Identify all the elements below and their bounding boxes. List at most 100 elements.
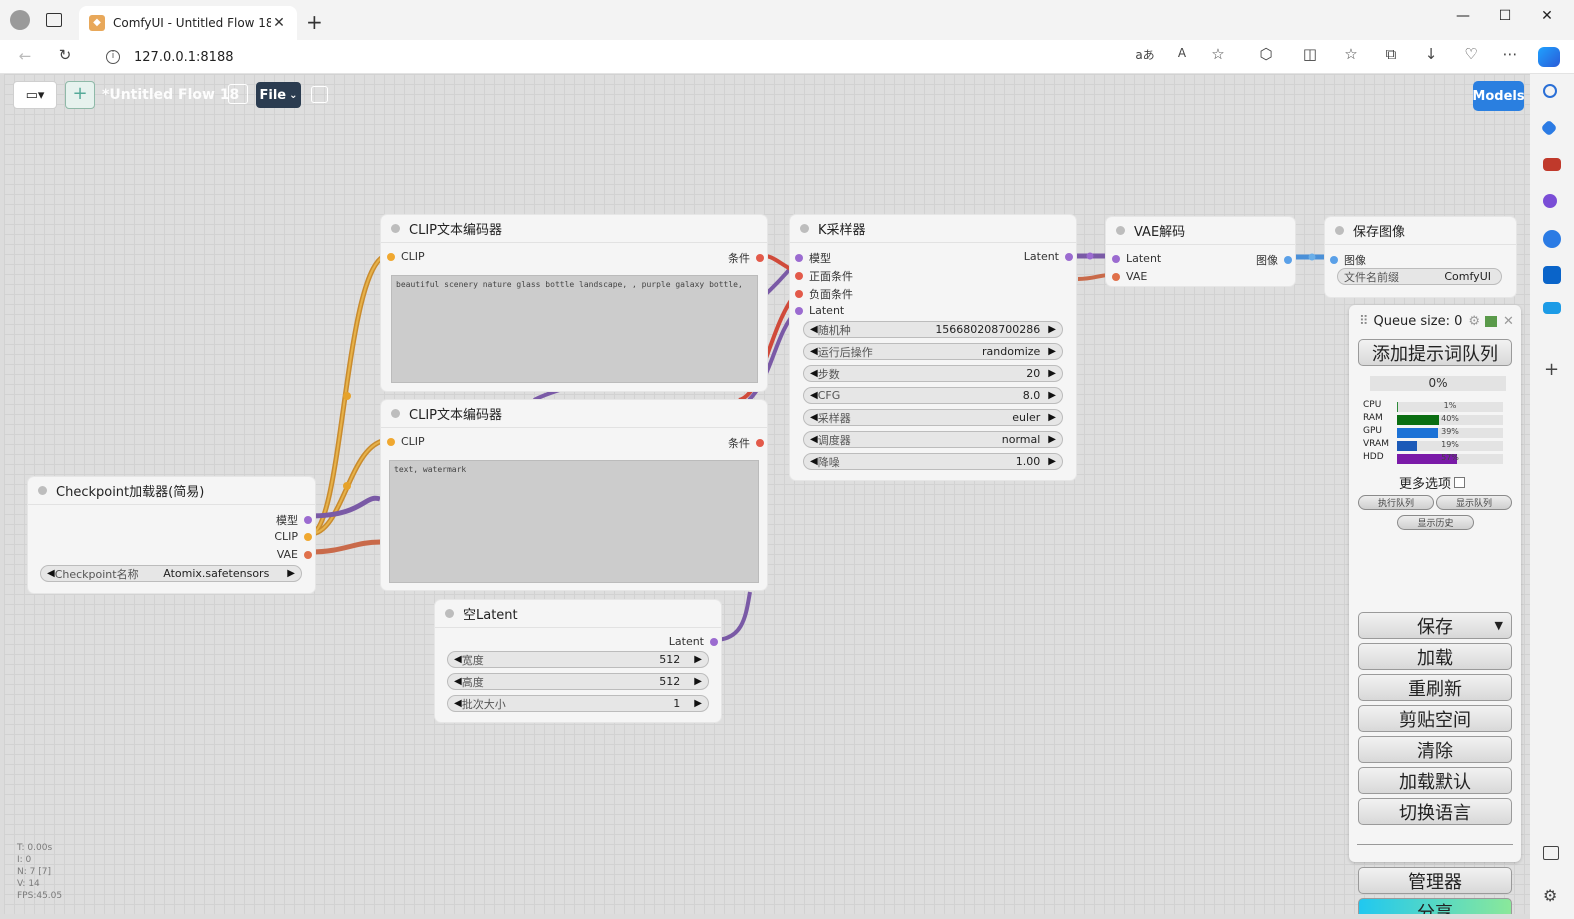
- favorites-icon[interactable]: ☆: [1340, 45, 1362, 65]
- tab-actions-icon[interactable]: [46, 13, 62, 27]
- file-menu-button[interactable]: File ⌄: [256, 82, 301, 108]
- screenshot-icon[interactable]: [1543, 846, 1559, 860]
- show-queue-button[interactable]: 显示队列: [1436, 495, 1512, 510]
- clip-output-slot[interactable]: CLIP: [274, 530, 312, 543]
- clear-button[interactable]: 清除: [1358, 736, 1512, 763]
- browser-tab[interactable]: ◆ ComfyUI - Untitled Flow 18 ✕: [79, 6, 297, 40]
- empty-latent-node[interactable]: 空Latent Latent ◀ 宽度 512 ▶ ◀ 高度 512 ▶ ◀ 批次大小 1 ▶: [435, 600, 721, 722]
- increment-arrow-icon[interactable]: ▶: [694, 654, 702, 665]
- chevron-down-icon[interactable]: ▼: [1495, 619, 1503, 632]
- profile-icon[interactable]: [10, 10, 30, 30]
- clip-text-encode-node-negative[interactable]: CLIP文本编码器 CLIP 条件 text, watermark: [381, 400, 767, 590]
- translate-icon[interactable]: aあ: [1134, 46, 1156, 66]
- search-icon[interactable]: [1543, 84, 1557, 98]
- collections-icon[interactable]: ⧉: [1380, 45, 1402, 65]
- minimize-icon[interactable]: —: [1452, 8, 1474, 28]
- drag-handle-icon[interactable]: ⠿: [1359, 314, 1369, 329]
- sampler-widget[interactable]: ◀ 采样器 euler ▶: [803, 409, 1063, 426]
- prompt-textarea[interactable]: text, watermark: [389, 460, 759, 583]
- games-icon[interactable]: [1543, 194, 1557, 208]
- increment-arrow-icon[interactable]: ▶: [1048, 390, 1056, 401]
- close-panel-icon[interactable]: ✕: [1503, 314, 1514, 329]
- favorite-star-icon[interactable]: ☆: [1207, 45, 1229, 65]
- clip-input-slot[interactable]: CLIP: [387, 250, 425, 263]
- node-collapse-dot[interactable]: [1335, 226, 1344, 235]
- increment-arrow-icon[interactable]: ▶: [694, 698, 702, 709]
- prompt-textarea[interactable]: beautiful scenery nature glass bottle la…: [391, 275, 758, 383]
- read-aloud-icon[interactable]: A: [1171, 46, 1193, 66]
- decrement-arrow-icon[interactable]: ◀: [454, 654, 462, 665]
- performance-icon[interactable]: ♡: [1460, 45, 1482, 65]
- increment-arrow-icon[interactable]: ▶: [1048, 368, 1056, 379]
- new-tab-icon[interactable]: +: [306, 10, 323, 34]
- more-menu-icon[interactable]: ⋯: [1499, 45, 1521, 65]
- checkpoint-loader-node[interactable]: Checkpoint加载器(简易) 模型 CLIP VAE ◀ Checkpoin…: [28, 477, 315, 593]
- save-icon[interactable]: [311, 86, 328, 103]
- switch-language-button[interactable]: 切换语言: [1358, 798, 1512, 825]
- maximize-icon[interactable]: ☐: [1494, 8, 1516, 28]
- shopping-tag-icon[interactable]: [1540, 119, 1558, 137]
- image-output-slot[interactable]: 图像: [1256, 252, 1292, 268]
- settings-gear-icon[interactable]: ⚙: [1543, 886, 1557, 905]
- latent-input-slot[interactable]: Latent: [1112, 252, 1161, 265]
- increment-arrow-icon[interactable]: ▶: [1048, 434, 1056, 445]
- decrement-arrow-icon[interactable]: ◀: [454, 676, 462, 687]
- models-button[interactable]: Models: [1472, 81, 1525, 111]
- increment-arrow-icon[interactable]: ▶: [694, 676, 702, 687]
- vae-decode-node[interactable]: VAE解码 Latent VAE 图像: [1106, 217, 1295, 286]
- save-image-node[interactable]: 保存图像 图像 文件名前缀 ComfyUI: [1325, 217, 1516, 297]
- split-screen-icon[interactable]: ◫: [1299, 45, 1321, 65]
- control-after-generate-widget[interactable]: ◀ 运行后操作 randomize ▶: [803, 343, 1063, 360]
- latent-input-slot[interactable]: Latent: [795, 304, 844, 317]
- share-button[interactable]: 分享: [1358, 898, 1512, 914]
- decrement-arrow-icon[interactable]: ◀: [810, 324, 818, 335]
- node-collapse-dot[interactable]: [38, 486, 47, 495]
- node-collapse-dot[interactable]: [800, 224, 809, 233]
- tools-briefcase-icon[interactable]: [1543, 158, 1561, 171]
- decrement-arrow-icon[interactable]: ◀: [810, 434, 818, 445]
- decrement-arrow-icon[interactable]: ◀: [47, 568, 55, 579]
- graph-canvas[interactable]: ▭▾ + *Untitled Flow 18 File ⌄ Models CLIP…: [4, 74, 1530, 914]
- cfg-widget[interactable]: ◀ CFG 8.0 ▶: [803, 387, 1063, 404]
- queue-prompt-button[interactable]: 添加提示词队列: [1358, 339, 1512, 366]
- image-input-slot[interactable]: 图像: [1330, 252, 1366, 268]
- decrement-arrow-icon[interactable]: ◀: [810, 390, 818, 401]
- width-widget[interactable]: ◀ 宽度 512 ▶: [447, 651, 709, 668]
- increment-arrow-icon[interactable]: ▶: [1048, 456, 1056, 467]
- increment-arrow-icon[interactable]: ▶: [287, 568, 295, 579]
- node-collapse-dot[interactable]: [391, 409, 400, 418]
- send-icon[interactable]: [1543, 302, 1561, 314]
- refresh-button[interactable]: 重刷新: [1358, 674, 1512, 701]
- flow-title[interactable]: *Untitled Flow 18: [102, 87, 239, 103]
- new-workflow-button[interactable]: +: [65, 81, 95, 109]
- vae-input-slot[interactable]: VAE: [1112, 270, 1147, 283]
- load-button[interactable]: 加载: [1358, 643, 1512, 670]
- decrement-arrow-icon[interactable]: ◀: [810, 368, 818, 379]
- conditioning-output-slot[interactable]: 条件: [728, 250, 764, 266]
- exec-queue-button[interactable]: 执行队列: [1358, 495, 1434, 510]
- vae-output-slot[interactable]: VAE: [277, 548, 312, 561]
- increment-arrow-icon[interactable]: ▶: [1048, 412, 1056, 423]
- decrement-arrow-icon[interactable]: ◀: [810, 346, 818, 357]
- tab-close-icon[interactable]: ✕: [271, 15, 287, 31]
- clipspace-button[interactable]: 剪贴空间: [1358, 705, 1512, 732]
- conditioning-output-slot[interactable]: 条件: [728, 435, 764, 451]
- refresh-icon[interactable]: ↻: [54, 46, 76, 66]
- url-field[interactable]: i 127.0.0.1:8188: [92, 43, 1242, 71]
- back-icon[interactable]: ←: [14, 47, 36, 67]
- save-button[interactable]: 保存 ▼: [1358, 612, 1512, 639]
- clip-input-slot[interactable]: CLIP: [387, 435, 425, 448]
- copilot-icon[interactable]: [1538, 47, 1560, 67]
- latent-output-slot[interactable]: Latent: [669, 635, 718, 648]
- decrement-arrow-icon[interactable]: ◀: [810, 412, 818, 423]
- load-default-button[interactable]: 加载默认: [1358, 767, 1512, 794]
- model-input-slot[interactable]: 模型: [795, 250, 831, 266]
- downloads-icon[interactable]: ↓: [1420, 45, 1442, 65]
- node-collapse-dot[interactable]: [445, 609, 454, 618]
- settings-gear-icon[interactable]: ⚙: [1468, 314, 1480, 329]
- outlook-icon[interactable]: [1543, 266, 1561, 284]
- batch-size-widget[interactable]: ◀ 批次大小 1 ▶: [447, 695, 709, 712]
- workflow-folder-button[interactable]: ▭▾: [13, 81, 57, 109]
- scheduler-widget[interactable]: ◀ 调度器 normal ▶: [803, 431, 1063, 448]
- steps-widget[interactable]: ◀ 步数 20 ▶: [803, 365, 1063, 382]
